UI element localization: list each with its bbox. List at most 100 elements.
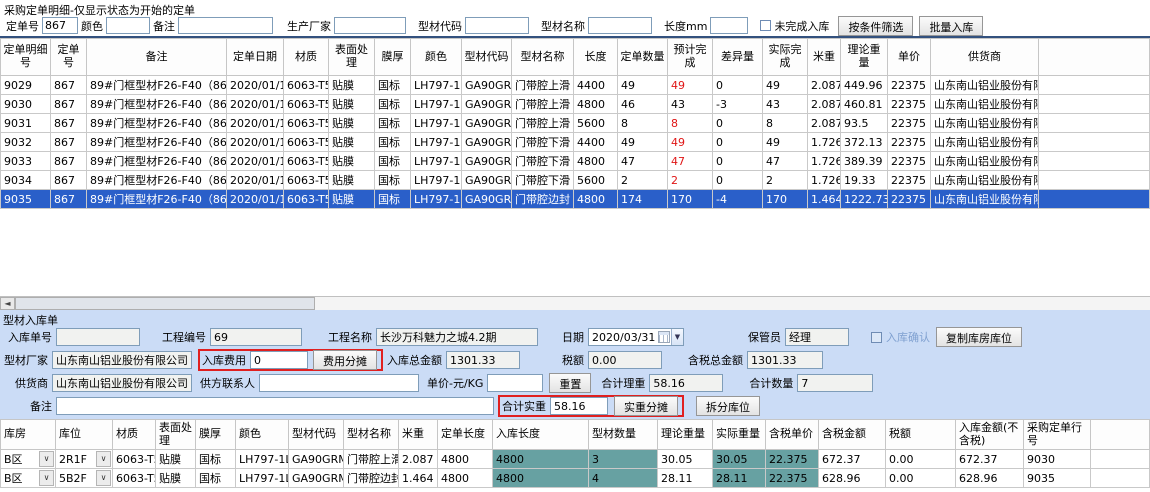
grid-cell[interactable]: GA90GRM04 <box>462 133 512 152</box>
grid-cell[interactable]: 9030 <box>1024 450 1091 469</box>
table-row[interactable]: 903286789#门框型材F26-F40（866+867）2020/01/13… <box>1 133 1150 152</box>
copy-location-button[interactable]: 复制库房库位 <box>936 327 1022 347</box>
date-picker[interactable]: 2020/03/31 ▼ <box>588 328 684 346</box>
grid-cell[interactable]: GA90GRM03 <box>462 76 512 95</box>
grid-cell[interactable]: 6063-T5 <box>113 469 156 488</box>
grid-cell[interactable]: 9031 <box>1 114 51 133</box>
grid-cell[interactable]: 1.464 <box>399 469 438 488</box>
grid-cell[interactable]: 89#门框型材F26-F40（866+867） <box>87 114 227 133</box>
fee-share-button[interactable]: 费用分摊 <box>313 350 377 370</box>
table-row[interactable]: B区2R1F6063-T5贴膜国标LH797-1LL0GA90GRM03门带腔上… <box>1 450 1150 469</box>
grid-cell[interactable]: 2 <box>618 171 668 190</box>
grid-cell[interactable]: 5600 <box>574 171 618 190</box>
grid-cell[interactable] <box>1039 76 1150 95</box>
grid-cell[interactable]: 贴膜 <box>156 450 196 469</box>
grid-cell[interactable]: 89#门框型材F26-F40（866+867） <box>87 76 227 95</box>
grid-cell[interactable]: B区 <box>1 450 56 469</box>
grid-cell[interactable]: LH797-1LL0 <box>411 114 462 133</box>
grid-cell[interactable]: -4 <box>713 190 763 209</box>
profile-code-filter-input[interactable] <box>465 17 529 34</box>
grid-cell[interactable]: 2.087 <box>808 114 841 133</box>
grid-cell[interactable]: 867 <box>51 171 87 190</box>
grid-cell[interactable] <box>1039 114 1150 133</box>
grid-cell[interactable]: 8 <box>763 114 808 133</box>
grid-cell[interactable]: 山东南山铝业股份有限公司 <box>931 190 1039 209</box>
grid-cell[interactable]: 867 <box>51 133 87 152</box>
grid-cell[interactable]: GA90GRM04 <box>462 152 512 171</box>
grid-cell[interactable]: 5B2F <box>56 469 113 488</box>
grid-cell[interactable]: 门带腔上滑 <box>512 95 574 114</box>
grid-cell[interactable]: 2 <box>668 171 713 190</box>
grid-cell[interactable]: 山东南山铝业股份有限公司 <box>931 152 1039 171</box>
grid-cell[interactable]: 49 <box>668 133 713 152</box>
supplier-contact-input[interactable] <box>259 374 419 392</box>
reset-button[interactable]: 重置 <box>549 373 591 393</box>
grid-cell[interactable]: 9035 <box>1024 469 1091 488</box>
grid-cell[interactable]: 1.726 <box>808 152 841 171</box>
grid-cell[interactable]: 4800 <box>438 450 493 469</box>
grid-cell[interactable]: 22.375 <box>766 450 819 469</box>
grid-cell[interactable]: 867 <box>51 76 87 95</box>
grid-cell[interactable]: 43 <box>668 95 713 114</box>
scrollbar-thumb[interactable] <box>15 297 315 310</box>
grid-cell[interactable]: 2R1F <box>56 450 113 469</box>
project-name-input[interactable] <box>376 328 538 346</box>
grid-cell[interactable]: 170 <box>668 190 713 209</box>
grid-cell[interactable]: 4400 <box>574 133 618 152</box>
grid-cell[interactable]: 国标 <box>375 152 411 171</box>
grid-cell[interactable]: 0 <box>713 76 763 95</box>
grid-cell[interactable]: 8 <box>618 114 668 133</box>
grid-cell[interactable]: GA90GRM04 <box>462 171 512 190</box>
grid-cell[interactable]: 19.33 <box>841 171 888 190</box>
table-row[interactable]: 903086789#门框型材F26-F40（866+867）2020/01/13… <box>1 95 1150 114</box>
inbound-no-input[interactable] <box>56 328 140 346</box>
grid-cell[interactable]: 贴膜 <box>329 190 375 209</box>
grid-cell[interactable]: 867 <box>51 190 87 209</box>
grid-cell[interactable]: 22.375 <box>766 469 819 488</box>
table-row[interactable]: 903386789#门框型材F26-F40（866+867）2020/01/13… <box>1 152 1150 171</box>
grid-cell[interactable]: 6063-T5 <box>284 95 329 114</box>
grid-cell[interactable]: 672.37 <box>819 450 886 469</box>
grid-cell[interactable]: 1222.73 <box>841 190 888 209</box>
grid-cell[interactable]: 6063-T5 <box>284 171 329 190</box>
grid-cell[interactable]: 22375 <box>888 152 931 171</box>
grid-cell[interactable]: 国标 <box>375 171 411 190</box>
grid-cell[interactable]: 0 <box>713 152 763 171</box>
grid-cell[interactable]: 4800 <box>438 469 493 488</box>
grid-cell[interactable]: 22375 <box>888 114 931 133</box>
grid-cell[interactable]: 国标 <box>375 114 411 133</box>
grid-cell[interactable]: LH797-1LL0 <box>411 133 462 152</box>
grid-cell[interactable]: 0.00 <box>886 469 956 488</box>
grid-cell[interactable]: 国标 <box>375 76 411 95</box>
grid-cell[interactable]: 山东南山铝业股份有限公司 <box>931 114 1039 133</box>
grid-cell[interactable]: 贴膜 <box>329 152 375 171</box>
grid-cell[interactable]: 山东南山铝业股份有限公司 <box>931 171 1039 190</box>
grid-cell[interactable]: 国标 <box>375 133 411 152</box>
grid-cell[interactable]: 贴膜 <box>329 76 375 95</box>
grid-cell[interactable]: LH797-1LL0 <box>411 171 462 190</box>
grid-cell[interactable]: 4 <box>589 469 658 488</box>
order-no-input[interactable] <box>42 17 78 34</box>
grid-cell[interactable]: LH797-1LL0 <box>411 95 462 114</box>
grid-cell[interactable]: 89#门框型材F26-F40（866+867） <box>87 190 227 209</box>
calendar-icon[interactable] <box>658 331 669 343</box>
grid-cell[interactable]: 89#门框型材F26-F40（866+867） <box>87 152 227 171</box>
grid-cell[interactable]: LH797-1LL0 <box>236 450 289 469</box>
grid-cell[interactable]: 9033 <box>1 152 51 171</box>
grid-cell[interactable]: 49 <box>668 76 713 95</box>
grid-cell[interactable]: 4800 <box>574 95 618 114</box>
grid-cell[interactable]: 49 <box>618 133 668 152</box>
weight-share-button[interactable]: 实重分摊 <box>614 396 678 416</box>
unfinished-checkbox[interactable] <box>760 20 771 31</box>
grid-cell[interactable] <box>1039 95 1150 114</box>
total-with-tax-input[interactable] <box>747 351 823 369</box>
grid-cell[interactable]: 89#门框型材F26-F40（866+867） <box>87 133 227 152</box>
grid-cell[interactable]: 6063-T5 <box>284 114 329 133</box>
grid-cell[interactable]: 89#门框型材F26-F40（866+867） <box>87 95 227 114</box>
project-no-input[interactable] <box>210 328 302 346</box>
grid-cell[interactable]: 门带腔上滑 <box>512 114 574 133</box>
grid-cell[interactable]: LH797-1LL0 <box>236 469 289 488</box>
tax-input[interactable] <box>588 351 662 369</box>
grid-cell[interactable]: 6063-T5 <box>284 190 329 209</box>
grid-cell[interactable]: 4400 <box>574 76 618 95</box>
